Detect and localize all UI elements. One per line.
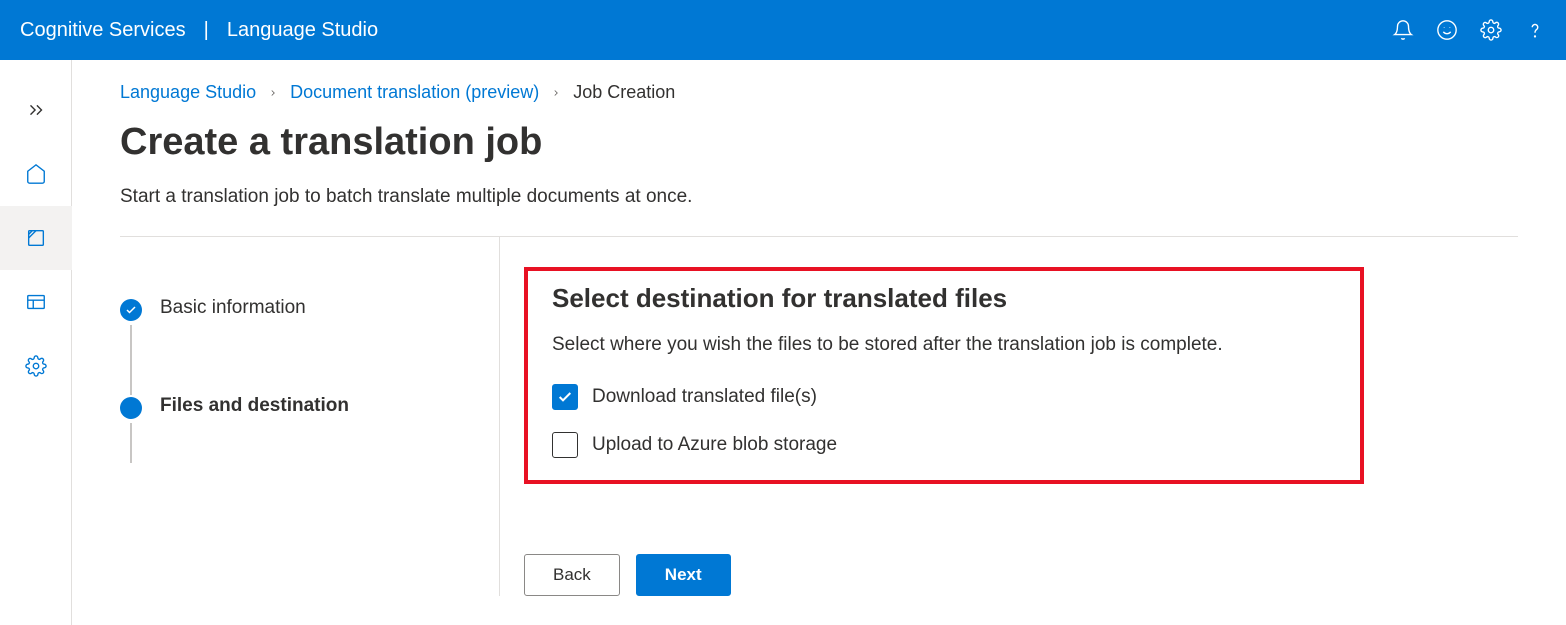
step-files-destination[interactable]: Files and destination — [120, 395, 499, 419]
header-subtitle[interactable]: Language Studio — [227, 19, 378, 42]
chevron-right-icon — [268, 85, 278, 101]
step-completed-icon — [120, 299, 142, 321]
step-basic-information[interactable]: Basic information — [120, 297, 499, 321]
help-icon[interactable] — [1524, 19, 1546, 41]
home-icon[interactable] — [0, 142, 72, 206]
header-brand: Cognitive Services | Language Studio — [20, 19, 378, 42]
steps-panel: Basic information Files and destination — [120, 237, 500, 596]
page-description: Start a translation job to batch transla… — [120, 186, 1518, 208]
gear-icon[interactable] — [1480, 19, 1502, 41]
section-title: Select destination for translated files — [552, 283, 1336, 314]
top-header: Cognitive Services | Language Studio — [0, 0, 1566, 60]
step-connector — [130, 325, 132, 395]
checkbox-download-label[interactable]: Download translated file(s) — [592, 386, 817, 408]
sidebar-expand-icon[interactable] — [0, 78, 72, 142]
checkbox-download-box[interactable] — [552, 384, 578, 410]
button-row: Back Next — [524, 554, 1518, 596]
smile-icon[interactable] — [1436, 19, 1458, 41]
step-connector — [130, 423, 132, 463]
list-icon[interactable] — [0, 270, 72, 334]
breadcrumb-job-creation: Job Creation — [573, 82, 675, 103]
settings-gear-icon[interactable] — [0, 334, 72, 398]
section-description: Select where you wish the files to be st… — [552, 334, 1336, 356]
main-content: Language Studio Document translation (pr… — [72, 60, 1566, 625]
breadcrumb-language-studio[interactable]: Language Studio — [120, 82, 256, 103]
bell-icon[interactable] — [1392, 19, 1414, 41]
step-label: Basic information — [160, 297, 306, 319]
sidebar — [0, 60, 72, 625]
page-title: Create a translation job — [120, 121, 1518, 164]
back-button[interactable]: Back — [524, 554, 620, 596]
checkbox-upload-box[interactable] — [552, 432, 578, 458]
step-current-icon — [120, 397, 142, 419]
header-divider: | — [204, 19, 209, 42]
breadcrumb: Language Studio Document translation (pr… — [120, 82, 1518, 103]
step-label: Files and destination — [160, 395, 349, 417]
form-panel: Select destination for translated files … — [500, 237, 1518, 596]
header-actions — [1392, 19, 1546, 41]
destination-highlight: Select destination for translated files … — [524, 267, 1364, 484]
next-button[interactable]: Next — [636, 554, 731, 596]
chevron-right-icon — [551, 85, 561, 101]
breadcrumb-document-translation[interactable]: Document translation (preview) — [290, 82, 539, 103]
header-title[interactable]: Cognitive Services — [20, 19, 186, 42]
checkbox-upload-label[interactable]: Upload to Azure blob storage — [592, 434, 837, 456]
checkbox-download[interactable]: Download translated file(s) — [552, 384, 1336, 410]
checkbox-upload[interactable]: Upload to Azure blob storage — [552, 432, 1336, 458]
document-icon[interactable] — [0, 206, 72, 270]
wizard: Basic information Files and destination … — [120, 237, 1518, 596]
